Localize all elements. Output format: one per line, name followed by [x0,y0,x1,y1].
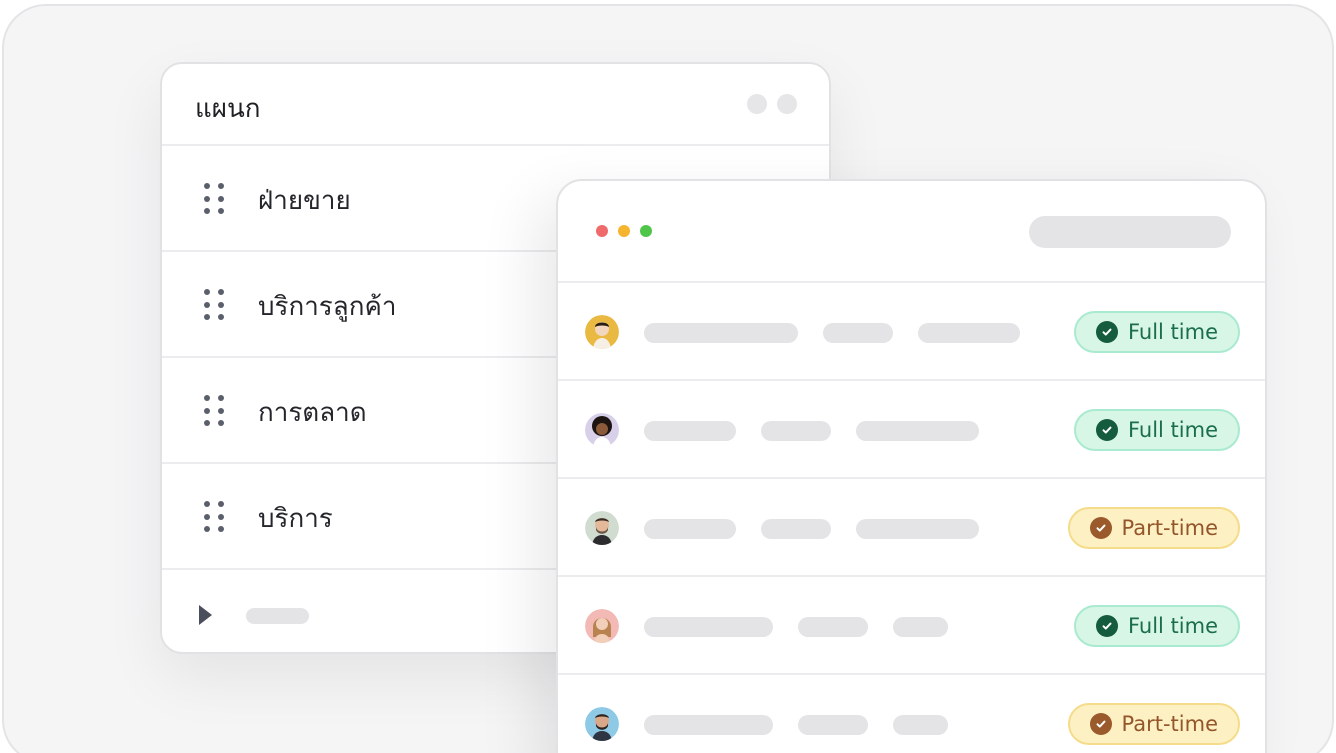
placeholder-text [761,519,831,539]
avatar [585,707,619,741]
placeholder-text [893,617,948,637]
employee-panel: Full time Full time Part-time Full time … [556,179,1267,753]
employee-row[interactable]: Full time [558,381,1265,479]
search-placeholder[interactable] [1029,216,1231,248]
placeholder-text [644,421,736,441]
check-circle-icon [1089,517,1112,539]
placeholder-text [644,617,773,637]
check-circle-icon [1095,419,1118,441]
employee-row[interactable]: Full time [558,577,1265,675]
maximize-dot[interactable] [640,225,652,237]
placeholder-text [893,715,948,735]
placeholder-text [856,421,979,441]
avatar [585,413,619,447]
placeholder-text [823,323,893,343]
window-controls [747,94,797,114]
check-circle-icon [1095,615,1118,637]
placeholder-text [644,715,773,735]
department-item-label: ฝ่ายขาย [258,186,351,216]
department-item-label: บริการ [258,504,333,534]
window-traffic-lights [596,225,652,237]
drag-handle-icon[interactable] [204,183,228,215]
status-badge: Part-time [1067,507,1240,549]
status-label: Full time [1127,320,1218,344]
check-circle-icon [1089,713,1112,735]
placeholder-text [798,617,868,637]
drag-handle-icon[interactable] [204,289,228,321]
placeholder-text [644,323,798,343]
placeholder-text [798,715,868,735]
placeholder-text [856,519,979,539]
status-badge: Full time [1073,605,1240,647]
status-label: Full time [1127,614,1218,638]
avatar [585,511,619,545]
caret-right-icon[interactable] [199,605,212,625]
avatar [585,315,619,349]
close-dot[interactable] [596,225,608,237]
status-badge: Full time [1073,311,1240,353]
status-label: Part-time [1121,516,1218,540]
department-item-label: การตลาด [258,398,367,428]
status-label: Full time [1127,418,1218,442]
department-title: แผนก [195,94,261,124]
avatar [585,609,619,643]
placeholder-text [918,323,1020,343]
employee-row[interactable]: Part-time [558,675,1265,753]
window-dot[interactable] [747,94,767,114]
department-item-label: บริการลูกค้า [258,292,397,322]
placeholder-text [246,608,309,624]
drag-handle-icon[interactable] [204,395,228,427]
employee-header [558,181,1265,283]
placeholder-text [761,421,831,441]
placeholder-text [644,519,736,539]
status-label: Part-time [1121,712,1218,736]
drag-handle-icon[interactable] [204,501,228,533]
employee-row[interactable]: Full time [558,283,1265,381]
department-header: แผนก [162,64,829,146]
background-frame: แผนก ฝ่ายขาย บริการลูกค้า การตลาด บริการ [2,4,1334,753]
status-badge: Full time [1073,409,1240,451]
window-dot[interactable] [777,94,797,114]
employee-row[interactable]: Part-time [558,479,1265,577]
minimize-dot[interactable] [618,225,630,237]
check-circle-icon [1095,321,1118,343]
status-badge: Part-time [1067,703,1240,745]
